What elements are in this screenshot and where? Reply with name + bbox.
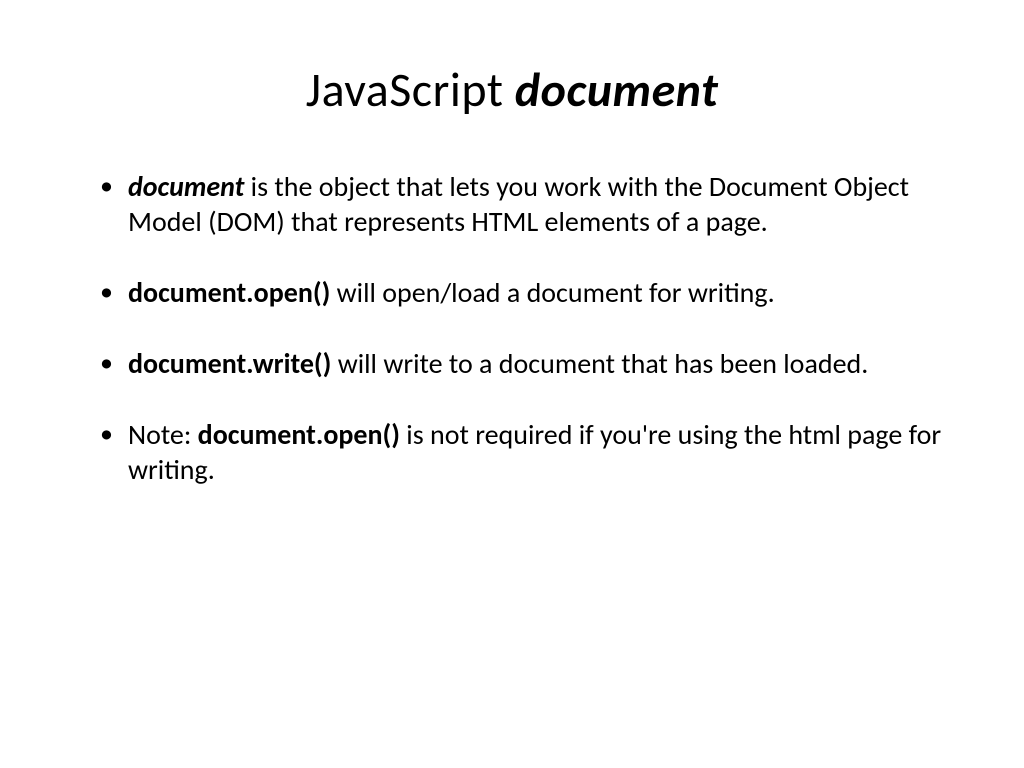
list-item: document is the object that lets you wor… <box>100 169 954 239</box>
bullet-text: will open/load a document for writing. <box>330 275 774 310</box>
list-item: Note: document.open() is not required if… <box>100 417 954 487</box>
list-item: document.write() will write to a documen… <box>100 346 954 381</box>
list-item: document.open() will open/load a documen… <box>100 275 954 310</box>
slide-title: JavaScript document <box>70 60 954 119</box>
bullet-list: document is the object that lets you wor… <box>70 169 954 487</box>
bullet-pre: Note: <box>128 417 198 452</box>
title-part2: document <box>515 60 718 119</box>
bullet-lead: document <box>128 169 244 204</box>
title-part1: JavaScript <box>306 60 515 119</box>
bullet-text: will write to a document that has been l… <box>331 346 868 381</box>
bullet-text: is the object that lets you work with th… <box>128 169 909 239</box>
bullet-lead: document.write() <box>128 346 331 381</box>
bullet-lead: document.open() <box>128 275 330 310</box>
bullet-lead: document.open() <box>198 417 400 452</box>
